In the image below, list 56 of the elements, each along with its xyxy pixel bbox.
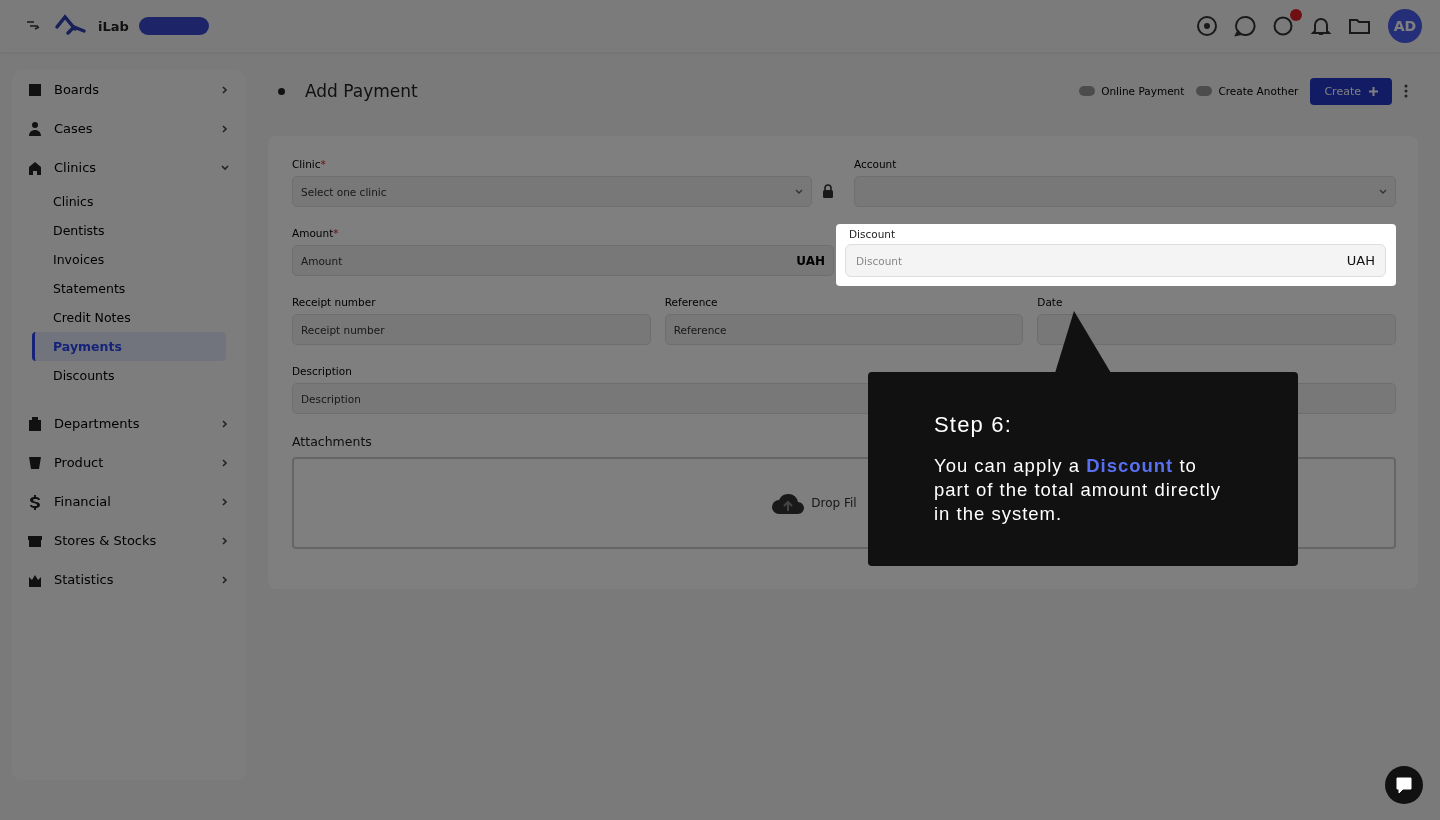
- field-label: Clinic*: [292, 158, 327, 170]
- sidebar-item[interactable]: Departments: [12, 404, 246, 443]
- environment-badge: [138, 17, 209, 35]
- field-label: Account: [854, 158, 898, 170]
- reference-field[interactable]: Reference: [664, 314, 1024, 345]
- create-button[interactable]: Create: [1310, 77, 1392, 105]
- lock-icon[interactable]: [822, 184, 834, 199]
- menu-item-icon: [26, 119, 44, 138]
- field-label: Amount*: [292, 227, 340, 239]
- submenu-item[interactable]: Clinics: [32, 187, 226, 216]
- sidebar-item[interactable]: Boards: [12, 70, 246, 109]
- target-icon[interactable]: [1196, 15, 1218, 37]
- page-title: Add Payment: [305, 81, 418, 101]
- toggle-label: Online Payment: [1101, 85, 1185, 97]
- user-avatar[interactable]: AD: [1388, 9, 1422, 43]
- sidebar-item[interactable]: Statistics: [12, 560, 246, 599]
- menu-item-icon: [26, 414, 44, 433]
- discount-field[interactable]: Discount UAH: [845, 244, 1386, 277]
- back-dot-icon[interactable]: [278, 87, 285, 95]
- sidebar-item[interactable]: Product: [12, 443, 246, 482]
- amount-field[interactable]: Amount UAH: [292, 245, 834, 276]
- field-label: Description: [292, 365, 353, 377]
- toggle-switch[interactable]: [1079, 86, 1096, 96]
- chat-bubble-icon: [1394, 775, 1414, 795]
- submenu-item[interactable]: Credit Notes: [32, 303, 226, 332]
- caret-icon: [795, 188, 803, 195]
- receipt-number-field[interactable]: Receipt number: [292, 314, 651, 345]
- toggle-switch[interactable]: [1196, 86, 1213, 96]
- more-icon[interactable]: [1404, 84, 1408, 98]
- bell-icon[interactable]: [1310, 15, 1332, 37]
- submenu-item[interactable]: Invoices: [32, 245, 226, 274]
- submenu-item[interactable]: Discounts: [32, 361, 226, 390]
- tooltip-title: Step 6:: [934, 412, 1014, 438]
- toggle-label: Create Another: [1218, 85, 1299, 97]
- cloud-upload-icon: [771, 491, 806, 515]
- message-icon[interactable]: [1272, 15, 1294, 37]
- sidebar-item[interactable]: Financial: [12, 482, 246, 521]
- plus-icon: [1369, 86, 1378, 96]
- clinic-select[interactable]: Select one clinic: [292, 176, 812, 207]
- date-field[interactable]: [1037, 314, 1396, 345]
- sidebar-item[interactable]: Cases: [12, 109, 246, 148]
- discount-label: Discount: [848, 228, 897, 240]
- sidebar-item[interactable]: Clinics: [12, 148, 246, 187]
- submenu-item[interactable]: Statements: [32, 274, 226, 303]
- field-label: Receipt number: [292, 296, 377, 308]
- tooltip-text: You can apply a Discount to part of the total amount directly in the system.: [934, 454, 1222, 526]
- brand-name: iLab: [98, 18, 129, 34]
- field-label: Reference: [664, 296, 719, 308]
- submenu-item[interactable]: Dentists: [32, 216, 226, 245]
- chat-launcher-button[interactable]: [1385, 766, 1423, 804]
- attachments-heading: Attachments: [292, 434, 373, 449]
- field-label: Date: [1037, 296, 1064, 308]
- chat-icon[interactable]: [1234, 15, 1256, 37]
- submenu-item[interactable]: Payments: [32, 332, 226, 361]
- caret-icon: [1379, 188, 1387, 195]
- sidebar-item[interactable]: Stores & Stocks: [12, 521, 246, 560]
